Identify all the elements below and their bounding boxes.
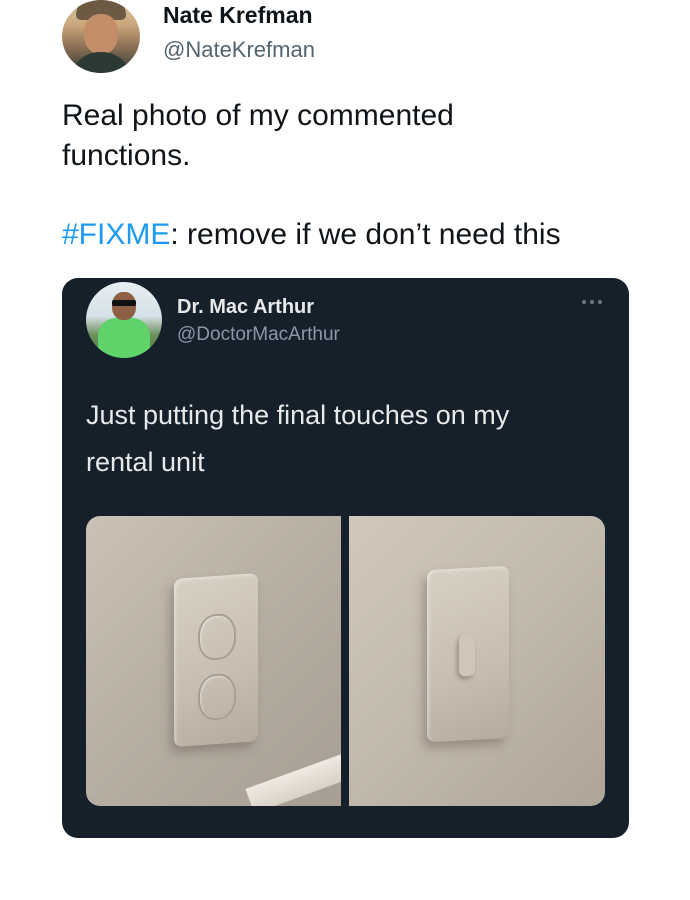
author-avatar[interactable] [62,0,140,73]
photo-light-switch[interactable] [349,516,605,806]
more-horizontal-icon[interactable] [582,296,606,308]
tweet-container: Nate Krefman @NateKrefman Real photo of … [0,0,690,900]
quoted-tweet-text-line: Just putting the final touches on my [86,400,510,430]
quoted-author-handle[interactable]: @DoctorMacArthur [177,324,340,346]
shirt-shape [98,318,150,358]
photo-outlet[interactable] [86,516,341,806]
socket-shape [198,612,236,662]
switch-plate [427,565,509,743]
hashtag-link[interactable]: #FIXME [62,218,170,251]
face-shape [112,292,136,320]
author-handle[interactable]: @NateKrefman [163,37,315,63]
baseboard-trim [245,744,341,806]
outlet-plate [174,573,258,747]
socket-shape [198,672,236,722]
face-shape [84,14,118,54]
quoted-tweet-text: Just putting the final touches on my ren… [86,392,606,486]
quoted-author-name[interactable]: Dr. Mac Arthur [177,296,314,319]
quoted-author-avatar[interactable] [86,282,162,358]
quoted-tweet-text-line: rental unit [86,447,205,477]
tweet-text: Real photo of my commented functions. #F… [62,96,652,255]
switch-toggle-shape [459,633,475,677]
sunglasses-shape [112,300,136,306]
quoted-tweet-card[interactable]: Dr. Mac Arthur @DoctorMacArthur Just put… [62,278,629,838]
tweet-text-line: functions. [62,139,191,172]
tweet-text-line: #FIXME: remove if we don’t need this [62,215,652,255]
author-name[interactable]: Nate Krefman [163,2,313,29]
tweet-text-line: Real photo of my commented [62,99,454,132]
shirt-shape [70,52,132,73]
tweet-text-rest: : remove if we don’t need this [170,218,561,251]
